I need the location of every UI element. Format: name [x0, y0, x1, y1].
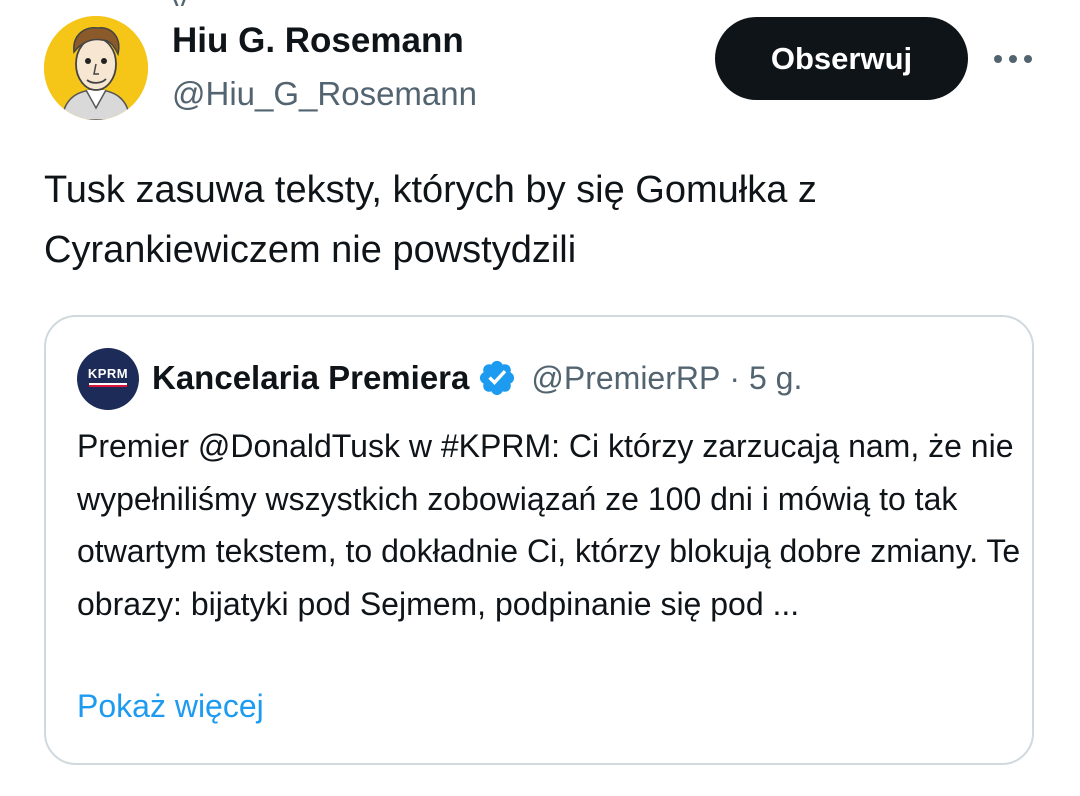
author-avatar[interactable] — [44, 16, 148, 120]
verified-badge-icon — [480, 360, 515, 396]
follow-button[interactable]: Obserwuj — [715, 17, 968, 100]
quoted-handle[interactable]: @PremierRP — [531, 355, 720, 401]
show-more-link[interactable]: Pokaż więcej — [77, 683, 264, 729]
quoted-avatar[interactable]: KPRM — [77, 348, 139, 410]
quoted-avatar-logo-text: KPRM — [87, 366, 129, 381]
flag-stripe-red — [89, 385, 127, 387]
separator-dot: · — [729, 360, 740, 396]
quoted-text: Premier @DonaldTusk w #KPRM: Ci którzy z… — [77, 428, 1021, 622]
more-horizontal-icon[interactable] — [990, 44, 1036, 74]
author-info: Hiu G. Rosemann @Hiu_G_Rosemann — [172, 20, 477, 116]
quoted-name[interactable]: Kancelaria Premiera — [152, 355, 469, 401]
author-name[interactable]: Hiu G. Rosemann — [172, 20, 477, 62]
previous-content-clip: y — [172, 0, 262, 6]
quoted-header: Kancelaria Premiera @PremierRP · 5 g. — [152, 355, 802, 401]
tweet-text: Tusk zasuwa teksty, których by się Gomuł… — [44, 169, 817, 271]
author-handle[interactable]: @Hiu_G_Rosemann — [172, 72, 477, 116]
quoted-tweet-card[interactable]: KPRM Kancelaria Premiera @PremierRP · 5 … — [44, 315, 1034, 765]
cartoon-face-icon — [44, 16, 148, 120]
quoted-timestamp[interactable]: 5 g. — [749, 355, 802, 401]
